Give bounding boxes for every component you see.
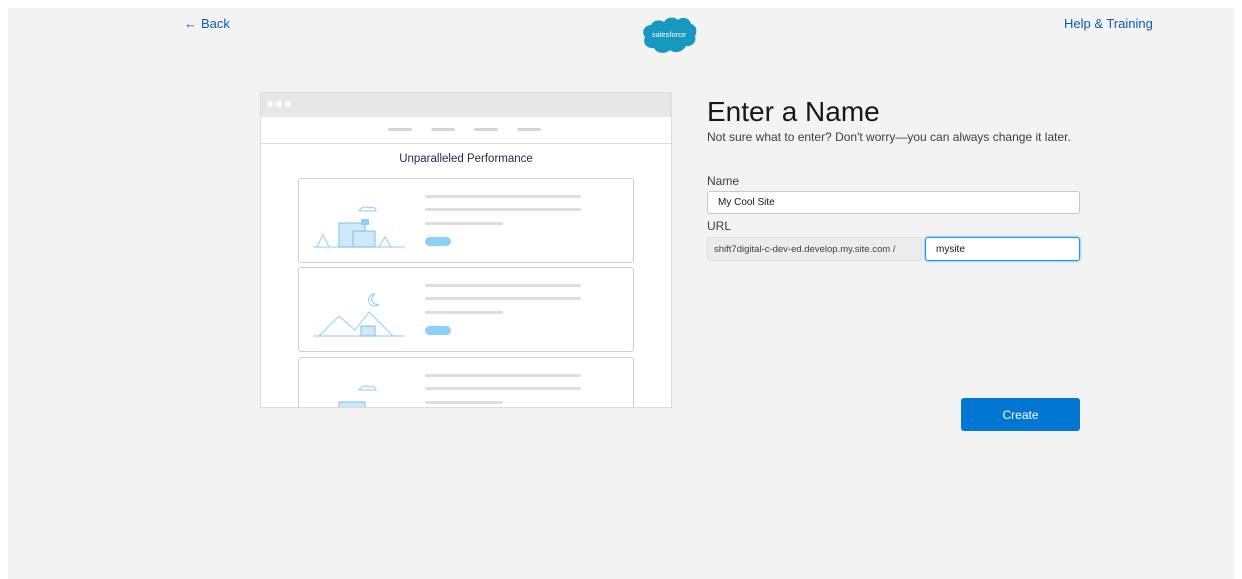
- name-label: Name: [707, 174, 740, 188]
- page-subtitle: Not sure what to enter? Don't worry—you …: [707, 130, 1071, 144]
- arrow-left-icon: ←: [184, 16, 197, 31]
- back-label: Back: [201, 16, 230, 31]
- window-dot: [276, 101, 282, 107]
- text-placeholder: [425, 284, 581, 287]
- nav-pill: [388, 128, 412, 131]
- template-preview: Unparalleled Performance: [260, 92, 672, 408]
- nav-pill: [474, 128, 498, 131]
- text-placeholder: [425, 195, 581, 198]
- button-placeholder: [425, 326, 451, 335]
- text-placeholder: [425, 297, 581, 300]
- text-placeholder: [425, 374, 581, 377]
- nav-pill: [431, 128, 455, 131]
- preview-browser-bar: [261, 93, 671, 117]
- name-input[interactable]: My Cool Site: [707, 191, 1080, 214]
- back-link[interactable]: ← Back: [184, 16, 230, 31]
- window-dot: [285, 101, 291, 107]
- page-title: Enter a Name: [707, 96, 880, 127]
- text-placeholder: [425, 401, 503, 404]
- help-training-link[interactable]: Help & Training: [1064, 16, 1153, 31]
- text-placeholder: [425, 387, 581, 390]
- preview-nav: [261, 117, 671, 144]
- city-illustration-icon: [313, 206, 405, 248]
- preview-card: [298, 178, 634, 263]
- salesforce-logo: salesforce: [641, 14, 697, 58]
- url-prefix: shift7digital-c-dev-ed.develop.my.site.c…: [707, 237, 922, 261]
- create-button[interactable]: Create: [961, 398, 1080, 431]
- preview-title: Unparalleled Performance: [399, 153, 533, 165]
- nav-pill: [517, 128, 541, 131]
- preview-card: [298, 267, 634, 352]
- text-placeholder: [425, 311, 503, 314]
- button-placeholder: [425, 237, 451, 246]
- text-placeholder: [425, 208, 581, 211]
- url-input[interactable]: mysite: [925, 237, 1080, 261]
- text-placeholder: [425, 222, 503, 225]
- window-dot: [267, 101, 273, 107]
- preview-card: [298, 357, 634, 407]
- url-label: URL: [707, 219, 732, 233]
- mountain-illustration-icon: [313, 293, 405, 337]
- city-illustration-icon: [338, 385, 377, 407]
- logo-text: salesforce: [651, 30, 687, 39]
